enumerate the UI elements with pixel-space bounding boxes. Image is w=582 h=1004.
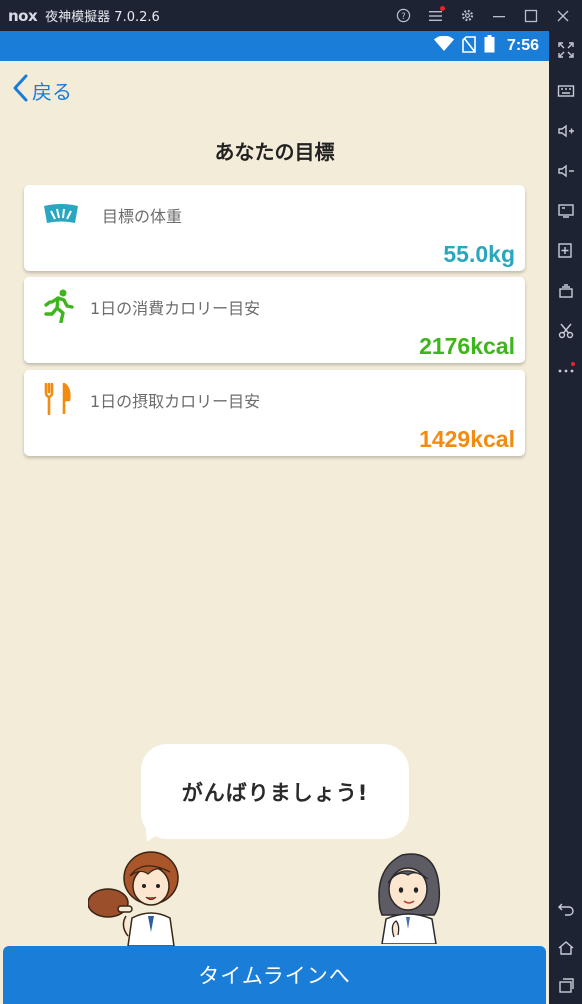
- goal-label: 1日の消費カロリー目安: [90, 299, 261, 318]
- goal-value: 55.0kg: [443, 241, 515, 267]
- running-person-icon: [40, 287, 78, 325]
- window-controls: ?: [394, 0, 572, 31]
- menu-icon[interactable]: [426, 5, 445, 25]
- weight-scale-icon: [42, 195, 80, 233]
- goal-card-burn: 1日の消費カロリー目安 2176kcal: [24, 277, 525, 363]
- screen-icon[interactable]: [556, 201, 576, 221]
- goal-label: 1日の摂取カロリー目安: [90, 392, 261, 411]
- fork-knife-icon: [38, 380, 76, 418]
- recent-apps-icon[interactable]: [556, 976, 576, 996]
- multi-instance-icon[interactable]: [556, 281, 576, 301]
- screenshot-scissors-icon[interactable]: [556, 321, 576, 341]
- add-apk-icon[interactable]: [556, 241, 576, 261]
- app-screen: 7:56 戻る あなたの目標 目標の体重 55.0kg 1日の消費カロリー目安 …: [0, 31, 549, 1004]
- more-icon[interactable]: [556, 359, 576, 379]
- goal-card-weight: 目標の体重 55.0kg: [24, 185, 525, 271]
- emulator-title-bar: nox 夜神模擬器 7.0.2.6 ?: [0, 0, 582, 31]
- back-nav-icon[interactable]: [556, 898, 576, 918]
- timeline-button[interactable]: タイムラインへ: [3, 946, 546, 1004]
- speech-bubble: がんばりましょう!: [141, 744, 409, 839]
- emulator-side-toolbar: [549, 31, 582, 1004]
- help-icon[interactable]: ?: [394, 7, 412, 25]
- battery-icon: [484, 35, 495, 57]
- maximize-icon[interactable]: [522, 7, 540, 25]
- goal-value: 2176kcal: [419, 333, 515, 359]
- emulator-window: nox 夜神模擬器 7.0.2.6 ? 7:56 戻る あなたの目標 目標の体重…: [0, 0, 582, 1004]
- svg-text:?: ?: [401, 11, 405, 21]
- back-button[interactable]: 戻る: [12, 74, 72, 106]
- volume-down-icon[interactable]: [556, 161, 576, 181]
- chevron-left-icon: [12, 74, 28, 106]
- goal-card-intake: 1日の摂取カロリー目安 1429kcal: [24, 370, 525, 456]
- home-nav-icon[interactable]: [556, 938, 576, 958]
- nox-logo: nox: [8, 6, 38, 25]
- settings-icon[interactable]: [458, 7, 476, 25]
- wifi-icon: [433, 35, 454, 56]
- back-label: 戻る: [32, 79, 72, 104]
- close-icon[interactable]: [554, 7, 572, 25]
- volume-up-icon[interactable]: [556, 121, 576, 141]
- page-title: あなたの目標: [214, 140, 335, 164]
- goal-label: 目標の体重: [102, 207, 183, 226]
- fullscreen-icon[interactable]: [556, 40, 576, 60]
- keyboard-icon[interactable]: [556, 81, 576, 101]
- bubble-text: がんばりましょう!: [181, 781, 369, 805]
- no-sim-icon: [462, 35, 476, 57]
- advisor-character: [378, 853, 441, 944]
- minimize-icon[interactable]: [490, 7, 508, 25]
- emulator-title: 夜神模擬器 7.0.2.6: [45, 10, 160, 25]
- status-time: 7:56: [506, 37, 539, 54]
- goal-value: 1429kcal: [419, 426, 515, 452]
- status-bar: 7:56: [0, 31, 549, 61]
- trainer-character-with-meat: [88, 851, 179, 946]
